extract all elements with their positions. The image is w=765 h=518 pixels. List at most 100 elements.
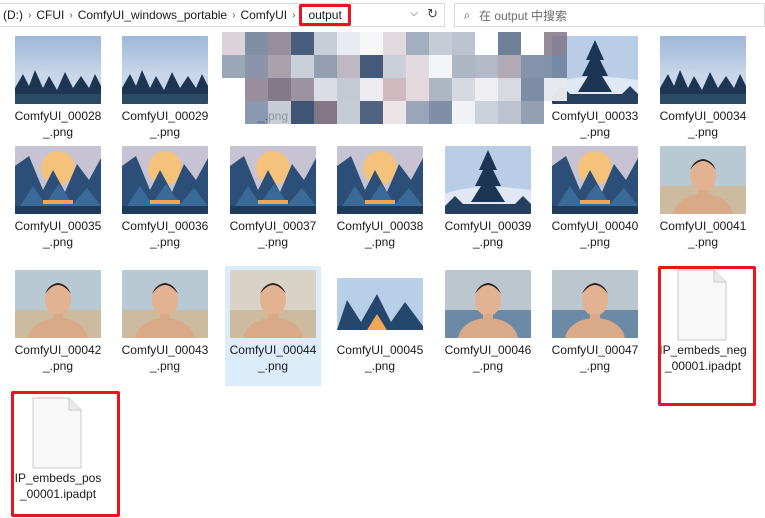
mosaic-cell <box>544 32 567 55</box>
mosaic-cell <box>268 55 291 78</box>
mosaic-cell <box>521 55 544 78</box>
file-item-png[interactable]: ComfyUI_00044 _.png <box>225 266 321 386</box>
breadcrumb-comfyui[interactable]: ComfyUI <box>237 8 290 22</box>
file-item-png[interactable]: ComfyUI_00040 _.png <box>547 142 643 262</box>
image-thumbnail <box>445 270 531 338</box>
breadcrumb-separator-icon: › <box>69 9 73 21</box>
file-name-line2: _.png <box>579 235 611 249</box>
address-history-chevron-down-icon[interactable]: ⌵ <box>410 8 418 19</box>
mosaic-cell <box>314 55 337 78</box>
breadcrumb-output-current[interactable]: output <box>299 4 351 26</box>
file-item-png[interactable]: ComfyUI_00037 _.png <box>225 142 321 262</box>
file-name-line1: ComfyUI_00041 <box>659 219 747 233</box>
mosaic-cell <box>452 78 475 101</box>
file-name-line2: _.png <box>364 235 396 249</box>
file-item-png[interactable]: ComfyUI_00028 _.png <box>10 32 106 152</box>
file-name-line2: _.png <box>42 235 74 249</box>
file-item-png[interactable]: ComfyUI_00047 _.png <box>547 266 643 386</box>
mosaic-cell <box>383 32 406 55</box>
search-icon: ⌕ <box>463 7 471 22</box>
mosaic-cell <box>406 32 429 55</box>
mosaic-cell <box>245 101 268 124</box>
file-item-png[interactable]: ComfyUI_00034 _.png <box>655 32 751 152</box>
file-item-png[interactable]: ComfyUI_00042 _.png <box>10 266 106 386</box>
file-item-png[interactable]: ComfyUI_00043 _.png <box>117 266 213 386</box>
mosaic-cell <box>360 32 383 55</box>
file-name-line1: ComfyUI_00047 <box>551 343 639 357</box>
file-name-line1: ComfyUI_00042 <box>14 343 102 357</box>
mosaic-cell <box>383 55 406 78</box>
image-thumbnail <box>337 270 423 338</box>
image-thumbnail <box>660 36 746 104</box>
mosaic-cell <box>291 78 314 101</box>
mosaic-cell <box>406 78 429 101</box>
mosaic-cell <box>314 101 337 124</box>
file-name-line1: ComfyUI_00037 <box>229 219 317 233</box>
file-item-png[interactable]: ComfyUI_00036 _.png <box>117 142 213 262</box>
file-name-line1: ComfyUI_00034 <box>659 109 747 123</box>
file-item-png[interactable]: ComfyUI_00038 _.png <box>332 142 428 262</box>
file-name-line2: _.png <box>364 359 396 373</box>
mosaic-cell <box>383 101 406 124</box>
file-name-label: ComfyUI_00040 _.png <box>547 218 643 250</box>
mosaic-cell <box>429 55 452 78</box>
refresh-icon[interactable]: ↻ <box>427 6 438 22</box>
file-name-line1: ComfyUI_00045 <box>336 343 424 357</box>
breadcrumb-cfui[interactable]: CFUI <box>33 8 67 22</box>
mosaic-cell <box>222 78 245 101</box>
file-name-label: ComfyUI_00038 _.png <box>332 218 428 250</box>
mosaic-cell <box>544 55 567 78</box>
file-name-line1: ComfyUI_00038 <box>336 219 424 233</box>
file-name-line1: ComfyUI_00036 <box>121 219 209 233</box>
image-thumbnail <box>122 146 208 214</box>
breadcrumb-drive[interactable]: (D:) <box>0 8 26 22</box>
mosaic-cell <box>222 55 245 78</box>
file-item-png[interactable]: ComfyUI_00035 _.png <box>10 142 106 262</box>
file-name-label: ComfyUI_00045 _.png <box>332 342 428 374</box>
address-bar[interactable]: (D:) › CFUI › ComfyUI_windows_portable ›… <box>0 3 445 27</box>
mosaic-cell <box>337 101 360 124</box>
mosaic-cell <box>383 78 406 101</box>
file-item-png[interactable]: ComfyUI_00041 _.png <box>655 142 751 262</box>
breadcrumb-comfyui-windows-portable[interactable]: ComfyUI_windows_portable <box>75 8 230 22</box>
image-thumbnail <box>660 146 746 214</box>
file-name-line2: _.png <box>472 235 504 249</box>
highlight-box-neg <box>658 266 756 406</box>
image-thumbnail <box>230 146 316 214</box>
mosaic-cell <box>245 55 268 78</box>
search-box[interactable]: ⌕ 在 output 中搜索 <box>454 3 765 27</box>
image-thumbnail <box>445 146 531 214</box>
file-name-label: ComfyUI_00029 _.png <box>117 108 213 140</box>
blurred-region <box>222 30 570 130</box>
mosaic-cell <box>291 55 314 78</box>
breadcrumb-separator-icon: › <box>292 9 296 21</box>
breadcrumb-separator-icon: › <box>28 9 32 21</box>
file-name-line1: ComfyUI_00028 <box>14 109 102 123</box>
file-name-label: ComfyUI_00034 _.png <box>655 108 751 140</box>
image-thumbnail <box>552 146 638 214</box>
image-thumbnail <box>337 146 423 214</box>
file-name-line1: ComfyUI_00043 <box>121 343 209 357</box>
mosaic-cell <box>521 32 544 55</box>
file-item-png[interactable]: ComfyUI_00045 _.png <box>332 266 428 386</box>
mosaic-cell <box>498 101 521 124</box>
mosaic-cell <box>498 78 521 101</box>
file-name-line2: _.png <box>42 359 74 373</box>
file-item-png[interactable]: ComfyUI_00046 _.png <box>440 266 536 386</box>
file-name-label: ComfyUI_00044 _.png <box>225 342 321 374</box>
file-item-png[interactable]: ComfyUI_00029 _.png <box>117 32 213 152</box>
file-name-label: ComfyUI_00028 _.png <box>10 108 106 140</box>
mosaic-cell <box>314 32 337 55</box>
search-input[interactable]: 在 output 中搜索 <box>479 7 567 24</box>
mosaic-cell <box>245 32 268 55</box>
file-name-label: ComfyUI_00042 _.png <box>10 342 106 374</box>
file-name-line2: _.png <box>687 125 719 139</box>
file-name-line1: ComfyUI_00044 <box>229 343 317 357</box>
file-name-line2: _.png <box>149 125 181 139</box>
image-thumbnail <box>15 146 101 214</box>
mosaic-cell <box>337 78 360 101</box>
file-item-png[interactable]: ComfyUI_00039 _.png <box>440 142 536 262</box>
file-name-line2: _.png <box>257 235 289 249</box>
image-thumbnail <box>122 36 208 104</box>
mosaic-cell <box>360 78 383 101</box>
